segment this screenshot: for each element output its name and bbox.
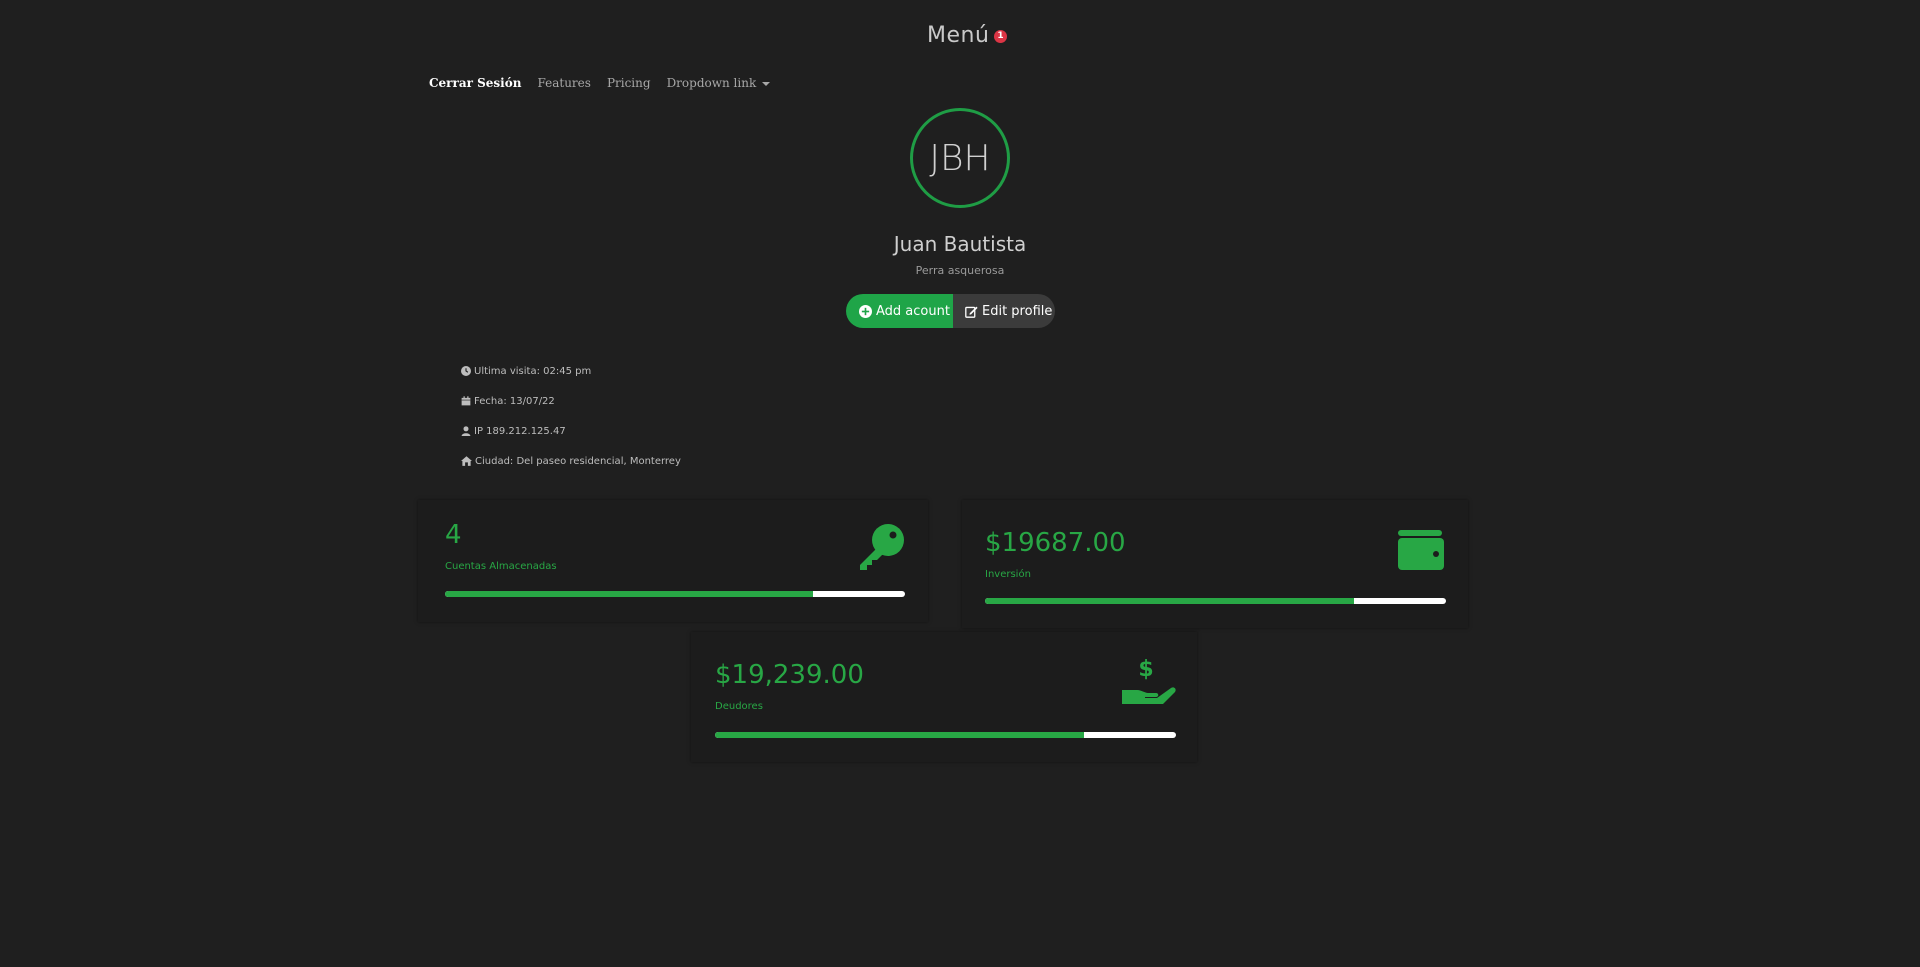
stat-card-investment: $19687.00 Inversión — [962, 500, 1468, 628]
stat-label: Deudores — [715, 701, 763, 712]
top-bar: Menú 1 — [0, 0, 1920, 78]
home-icon — [461, 456, 472, 466]
stat-value: $19687.00 — [985, 528, 1126, 558]
add-account-label: Add acount — [876, 303, 950, 319]
avatar: JBH — [910, 108, 1010, 208]
stat-label: Cuentas Almacenadas — [445, 561, 557, 572]
session-info: Ultima visita: 02:45 pm Fecha: 13/07/22 … — [461, 356, 681, 476]
svg-text:$: $ — [1138, 657, 1153, 682]
ip-row: IP 189.212.125.47 — [461, 416, 681, 446]
profile-name: Juan Bautista — [893, 232, 1027, 256]
user-icon — [461, 426, 471, 436]
stat-card-accounts: 4 Cuentas Almacenadas — [418, 500, 928, 622]
nav-link-features[interactable]: Features — [537, 76, 590, 90]
clock-icon — [461, 366, 471, 376]
key-icon — [860, 524, 904, 570]
stat-progress — [445, 591, 905, 597]
calendar-icon — [461, 396, 471, 406]
edit-profile-label: Edit profile — [982, 303, 1053, 319]
stat-progress — [715, 732, 1176, 738]
notification-badge: 1 — [994, 30, 1007, 43]
menu-title[interactable]: Menú — [927, 23, 989, 48]
nav-dropdown-label: Dropdown link — [666, 76, 757, 90]
stat-value: $19,239.00 — [715, 660, 864, 690]
nav-link-pricing[interactable]: Pricing — [607, 76, 651, 90]
stat-label: Inversión — [985, 569, 1031, 580]
date-row: Fecha: 13/07/22 — [461, 386, 681, 416]
last-visit-row: Ultima visita: 02:45 pm — [461, 356, 681, 386]
stat-progress-fill — [715, 732, 1084, 738]
profile-subtitle: Perra asquerosa — [915, 264, 1005, 277]
city-row: Ciudad: Del paseo residencial, Monterrey — [461, 446, 681, 476]
stat-progress-fill — [445, 591, 813, 597]
date-text: Fecha: 13/07/22 — [474, 395, 555, 407]
plus-circle-icon — [859, 304, 872, 318]
edit-icon — [965, 306, 978, 318]
nav-dropdown-link[interactable]: Dropdown link — [667, 76, 771, 90]
add-account-button[interactable]: Add acount — [846, 294, 953, 328]
city-text: Ciudad: Del paseo residencial, Monterrey — [475, 455, 681, 467]
stat-card-debtors: $19,239.00 Deudores $ — [691, 632, 1197, 762]
last-visit-text: Ultima visita: 02:45 pm — [474, 365, 592, 377]
wallet-icon — [1398, 530, 1444, 570]
stat-progress — [985, 598, 1446, 604]
hand-dollar-icon: $ — [1122, 657, 1176, 704]
stat-value: 4 — [445, 520, 462, 550]
edit-profile-button[interactable]: Edit profile — [953, 294, 1055, 328]
ip-text: IP 189.212.125.47 — [474, 425, 566, 437]
stat-progress-fill — [985, 598, 1354, 604]
profile-actions: Add acount Edit profile — [846, 294, 1055, 328]
main-nav: Cerrar Sesión Features Pricing Dropdown … — [429, 76, 771, 90]
caret-down-icon — [762, 81, 771, 86]
nav-link-cerrar-sesion[interactable]: Cerrar Sesión — [429, 76, 521, 90]
